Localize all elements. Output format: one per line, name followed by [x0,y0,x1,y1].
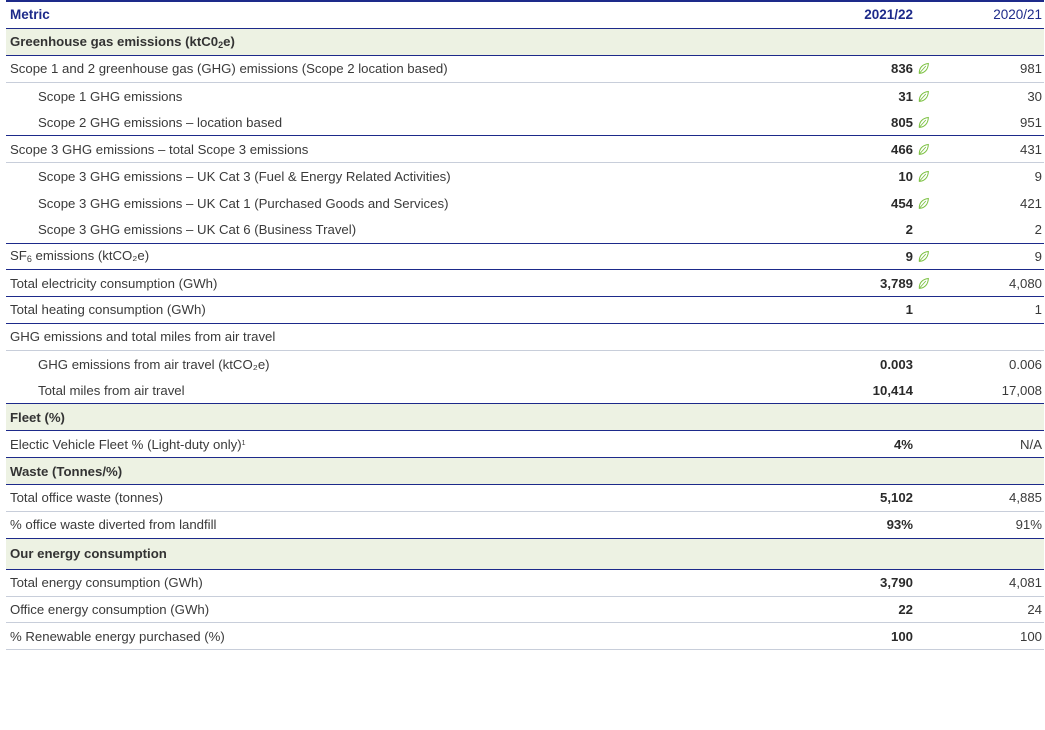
section-title: Our energy consumption [10,546,167,562]
table-row: Total energy consumption (GWh) 3,790 4,0… [6,570,1044,597]
leaf-icon [914,170,932,183]
header-metric: Metric [10,7,50,23]
metrics-table: Metric 2021/22 2020/21 Greenhouse gas em… [6,0,1044,651]
leaf-icon [914,277,932,290]
table-row: SF6 emissions (ktCO₂e) 9 9 [6,244,1044,271]
section-waste: Waste (Tonnes/%) [6,458,1044,486]
leaf-icon [914,90,932,103]
table-row: Office energy consumption (GWh) 22 24 [6,597,1044,624]
table-row: Scope 1 GHG emissions 31 30 [38,88,1042,104]
table-row: % office waste diverted from landfill 93… [6,512,1044,539]
section-energy: Our energy consumption [6,538,1044,570]
table-row: GHG emissions from air travel (ktCO₂e) 0… [38,356,1042,372]
leaf-icon [914,116,932,129]
table-row: Total electricity consumption (GWh) 3,78… [6,270,1044,298]
section-title: Fleet (%) [10,409,65,425]
table-row: % Renewable energy purchased (%) 100 100 [6,623,1044,651]
leaf-icon [914,62,932,75]
table-row: Electic Vehicle Fleet % (Light-duty only… [6,431,1044,459]
table-row: Total miles from air travel 10,414 17,00… [6,378,1044,405]
table-row: GHG emissions and total miles from air t… [6,324,1044,351]
header-previous-year: 2020/21 [993,7,1042,23]
table-row: Scope 3 GHG emissions – UK Cat 6 (Busine… [6,217,1044,244]
section-title: Greenhouse gas emissions (ktC02e) [10,33,235,50]
table-row: Scope 3 GHG emissions – UK Cat 3 (Fuel &… [38,168,1042,184]
table-row: Scope 2 GHG emissions – location based 8… [6,110,1044,137]
table-row: Total office waste (tonnes) 5,102 4,885 [6,485,1044,512]
table-row: Total heating consumption (GWh) 1 1 [6,297,1044,324]
section-title: Waste (Tonnes/%) [10,463,123,479]
section-fleet: Fleet (%) [6,404,1044,432]
table-row: Scope 1 and 2 greenhouse gas (GHG) emiss… [6,56,1044,83]
leaf-icon [914,250,932,263]
table-header: Metric 2021/22 2020/21 [6,2,1044,29]
footnote-marker: 1 [241,439,246,447]
leaf-icon [914,143,932,156]
section-ghg: Greenhouse gas emissions (ktC02e) [6,29,1044,56]
table-row: Scope 3 GHG emissions – UK Cat 1 (Purcha… [38,195,1042,211]
header-current-year: 2021/22 [864,7,913,23]
table-row: Scope 3 GHG emissions – total Scope 3 em… [6,136,1044,164]
leaf-icon [914,197,932,210]
